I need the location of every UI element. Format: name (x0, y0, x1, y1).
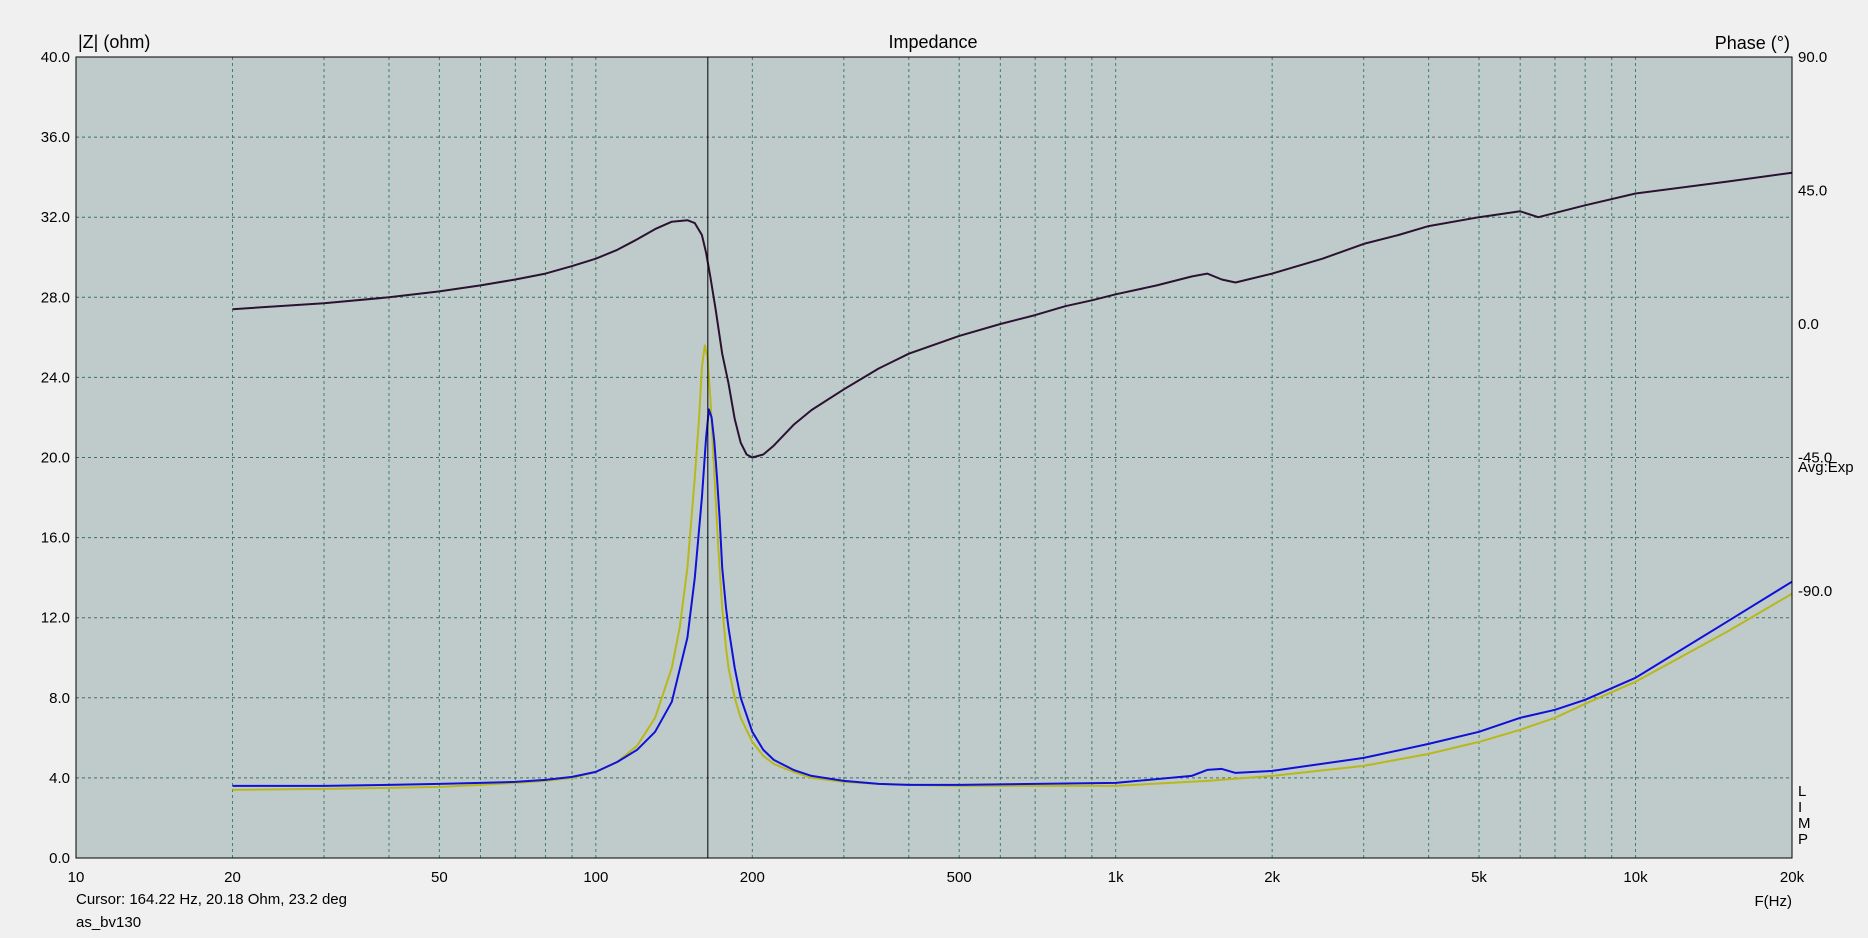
y-left-tick-label: 24.0 (41, 369, 70, 386)
y-left-tick-label: 16.0 (41, 530, 70, 547)
y-left-tick-labels: 0.0 4.0 8.0 12.0 16.0 20.0 24.0 28.0 32.0 36.0 40.… (41, 49, 70, 867)
x-tick-label: 200 (740, 869, 765, 886)
y-right-tick-labels: 90.045.00.0-45.0-90.0 (1798, 49, 1832, 600)
y-right-tick-label: 45.0 (1798, 183, 1827, 200)
y-left-tick-label: 0.0 (49, 850, 70, 867)
impedance-chart: 10 20 50 100 200 500 1k 2k 5k 10k 20k 0.0 4.0 8.0 12.… (41, 32, 1854, 910)
x-tick-label: 10k (1623, 869, 1648, 886)
y-left-tick-label: 32.0 (41, 209, 70, 226)
x-tick-label: 1k (1108, 869, 1124, 886)
x-tick-label: 100 (583, 869, 608, 886)
limp-letter: L (1798, 783, 1806, 800)
limp-vertical-label: LIMP (1798, 783, 1811, 848)
x-tick-label: 50 (431, 869, 448, 886)
y-left-tick-label: 36.0 (41, 129, 70, 146)
y-right-axis-label: Phase (°) (1715, 33, 1790, 53)
y-right-tick-label: -90.0 (1798, 583, 1832, 600)
y-left-tick-label: 20.0 (41, 450, 70, 467)
x-tick-label: 500 (947, 869, 972, 886)
x-tick-label: 2k (1264, 869, 1280, 886)
x-axis-label: F(Hz) (1755, 893, 1793, 910)
x-tick-label: 10 (68, 869, 85, 886)
y-left-tick-label: 12.0 (41, 610, 70, 627)
y-right-tick-label: 90.0 (1798, 49, 1827, 66)
y-left-tick-label: 4.0 (49, 770, 70, 787)
x-tick-label: 5k (1471, 869, 1487, 886)
limp-letter: I (1798, 799, 1802, 816)
y-left-tick-label: 40.0 (41, 49, 70, 66)
chart-title: Impedance (888, 32, 977, 52)
avg-mode-label: Avg:Exp (1798, 459, 1854, 476)
limp-letter: M (1798, 815, 1811, 832)
x-tick-label: 20k (1780, 869, 1805, 886)
x-tick-labels: 10 20 50 100 200 500 1k 2k 5k 10k 20k (68, 869, 1805, 886)
y-left-axis-label: |Z| (ohm) (78, 32, 150, 52)
limp-letter: P (1798, 831, 1808, 848)
y-left-tick-label: 8.0 (49, 690, 70, 707)
file-name: as_bv130 (76, 914, 142, 931)
y-right-tick-label: 0.0 (1798, 316, 1819, 333)
x-tick-label: 20 (224, 869, 241, 886)
y-left-tick-label: 28.0 (41, 289, 70, 306)
cursor-readout: Cursor: 164.22 Hz, 20.18 Ohm, 23.2 deg (76, 891, 347, 908)
